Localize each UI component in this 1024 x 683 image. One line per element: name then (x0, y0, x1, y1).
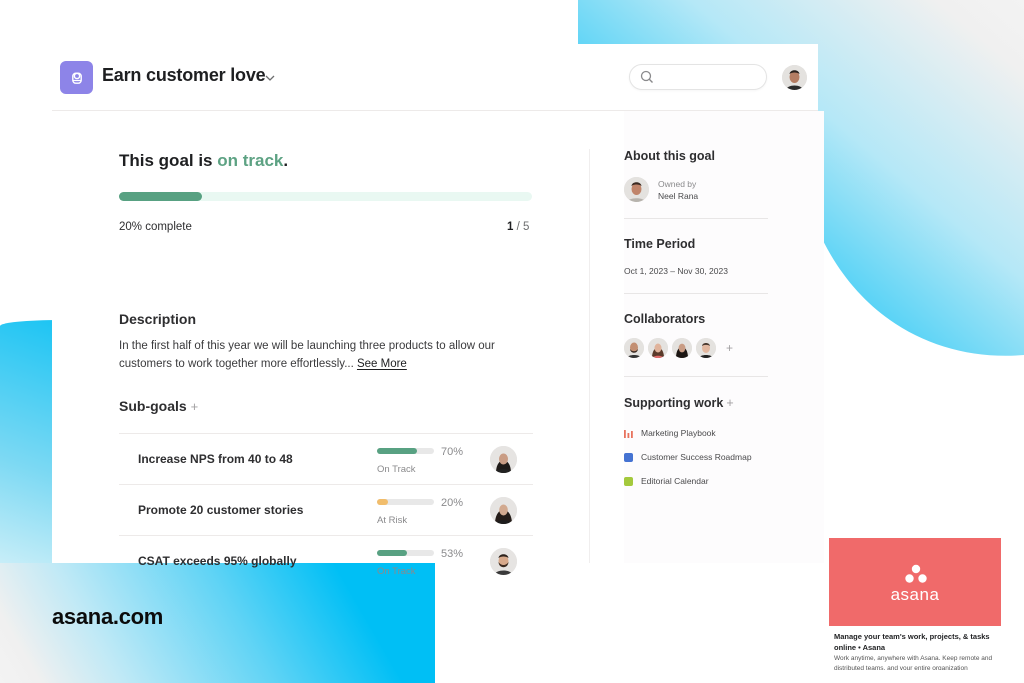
bar-chart-icon (624, 429, 633, 438)
user-avatar[interactable] (782, 65, 807, 90)
chevron-down-icon[interactable] (264, 72, 276, 84)
status-suffix: . (283, 151, 289, 170)
collaborator-avatar[interactable] (672, 338, 692, 358)
preview-description: Work anytime, anywhere with Asana. Keep … (834, 655, 993, 670)
subgoal-percent: 20% (441, 497, 464, 509)
subgoal-status: At Risk (377, 515, 408, 526)
subgoal-progress-bar (377, 499, 434, 505)
goal-title[interactable]: Earn customer love (102, 65, 266, 86)
goal-card: Earn customer love This goal is on track… (52, 44, 824, 577)
see-more-link[interactable]: See More (357, 358, 407, 370)
status-prefix: This goal is (119, 151, 218, 170)
owner-name[interactable]: Neel Rana (658, 191, 698, 201)
collaborator-avatar[interactable] (648, 338, 668, 358)
subgoal-name[interactable]: CSAT exceeds 95% globally (138, 554, 297, 568)
owner-avatar[interactable] (624, 177, 649, 202)
time-period-heading: Time Period (624, 237, 696, 251)
goal-progress-bar (119, 192, 532, 201)
subgoal-progress-fill (377, 499, 389, 505)
subgoal-status: On Track (377, 566, 416, 577)
add-supporting-work-button[interactable]: + (726, 396, 733, 410)
count-separator: / (513, 221, 523, 233)
subgoal-row[interactable]: Promote 20 customer stories 20% At Risk (119, 484, 533, 535)
subgoal-progress-fill (377, 550, 408, 556)
description-text: In the first half of this year we will b… (119, 337, 539, 373)
asana-logo-text: asana (890, 585, 940, 604)
search-icon (640, 70, 653, 83)
blue-square-icon (624, 452, 633, 462)
goal-sidebar: About this goal Owned by Neel Rana Time … (624, 111, 824, 563)
progress-label: 20% complete (119, 221, 192, 233)
supporting-work-item[interactable]: Customer Success Roadmap (624, 450, 752, 464)
supporting-work-label: Editorial Calendar (641, 476, 709, 486)
description-body: In the first half of this year we will b… (119, 340, 495, 370)
subgoal-progress-fill (377, 448, 417, 454)
goal-icon (60, 61, 93, 94)
supporting-work-label: Customer Success Roadmap (641, 452, 752, 462)
sidebar-divider (624, 376, 768, 377)
status-state: on track (217, 151, 284, 170)
collaborator-avatar[interactable] (696, 338, 716, 358)
search-input[interactable] (629, 64, 767, 90)
column-divider (589, 149, 590, 563)
subgoal-owner-avatar[interactable] (490, 446, 517, 473)
goal-progress-fill (119, 192, 202, 201)
collaborators-heading: Collaborators (624, 312, 706, 326)
add-collaborator-button[interactable]: + (726, 341, 733, 355)
description-heading: Description (119, 311, 197, 327)
subgoal-percent: 53% (441, 548, 464, 560)
green-square-icon (624, 476, 633, 486)
collaborator-avatar[interactable] (624, 338, 644, 358)
subgoal-name[interactable]: Promote 20 customer stories (138, 503, 303, 517)
about-heading: About this goal (624, 149, 715, 163)
subgoal-status: On Track (377, 464, 416, 475)
subgoal-owner-avatar[interactable] (490, 548, 517, 575)
link-preview-card[interactable]: asana Manage your team's work, projects,… (829, 538, 1001, 670)
owned-by-label: Owned by (658, 179, 697, 189)
goal-status-heading: This goal is on track. (119, 151, 288, 171)
goal-header: Earn customer love (52, 44, 818, 111)
sidebar-divider (624, 293, 768, 294)
subgoals-title: Sub-goals (119, 398, 187, 414)
subgoal-progress-bar (377, 448, 434, 454)
supporting-work-item[interactable]: Editorial Calendar (624, 474, 709, 488)
subgoal-progress-bar (377, 550, 434, 556)
person-icon (71, 72, 82, 84)
subgoal-percent: 70% (441, 446, 464, 458)
collaborators-list: + (624, 337, 733, 359)
subgoals-heading: Sub-goals + (119, 398, 198, 414)
add-subgoal-button[interactable]: + (191, 399, 199, 414)
preview-title[interactable]: Manage your team's work, projects, & tas… (834, 631, 1001, 653)
background-gradient-left (0, 320, 60, 565)
supporting-work-item[interactable]: Marketing Playbook (624, 426, 716, 440)
site-url-label: asana.com (52, 604, 164, 629)
supporting-work-label: Marketing Playbook (641, 428, 716, 438)
count-total: 5 (523, 221, 530, 233)
background-curve-mask (818, 230, 1024, 362)
goal-main: This goal is on track. 20% complete 1 / … (119, 111, 589, 577)
progress-count: 1 / 5 (507, 221, 529, 233)
supporting-work-title: Supporting work (624, 396, 724, 410)
subgoal-row[interactable]: Increase NPS from 40 to 48 70% On Track (119, 433, 533, 484)
subgoal-name[interactable]: Increase NPS from 40 to 48 (138, 452, 293, 466)
subgoal-owner-avatar[interactable] (490, 497, 517, 524)
subgoal-row[interactable]: CSAT exceeds 95% globally 53% On Track (119, 535, 533, 586)
asana-logo-icon (905, 564, 927, 583)
sidebar-divider (624, 218, 768, 219)
time-period-value[interactable]: Oct 1, 2023 – Nov 30, 2023 (624, 266, 728, 276)
subgoals-list: Increase NPS from 40 to 48 70% On Track … (119, 433, 533, 586)
preview-hero: asana (829, 538, 1001, 626)
supporting-work-heading: Supporting work + (624, 396, 734, 410)
